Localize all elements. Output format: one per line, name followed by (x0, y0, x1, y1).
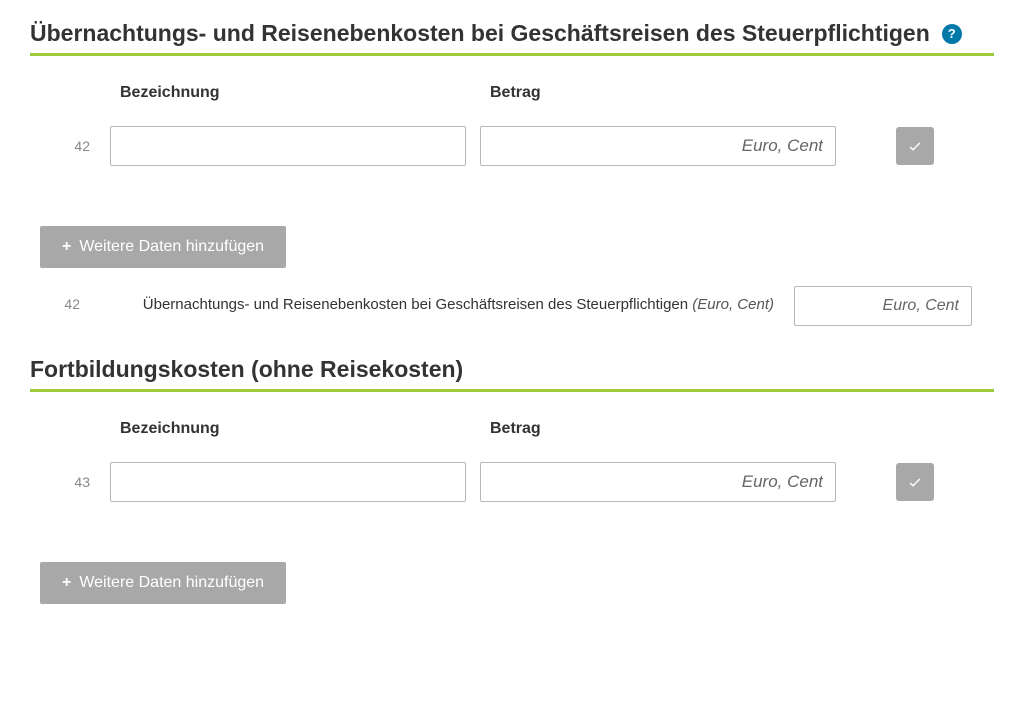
confirm-button[interactable] (896, 463, 934, 501)
summary-label-text: Übernachtungs- und Reisenebenkosten bei … (143, 296, 693, 313)
confirm-button[interactable] (896, 127, 934, 165)
summary-label: Übernachtungs- und Reisenebenkosten bei … (80, 286, 794, 313)
section-fortbildungskosten: Fortbildungskosten (ohne Reisekosten) Be… (30, 356, 994, 614)
bezeichnung-input[interactable] (110, 126, 466, 166)
add-more-label: Weitere Daten hinzufügen (79, 238, 264, 256)
check-icon (907, 138, 923, 154)
check-icon (907, 474, 923, 490)
add-more-button[interactable]: + Weitere Daten hinzufügen (40, 226, 286, 268)
columns-header: Bezeichnung Betrag (30, 84, 994, 102)
plus-icon: + (62, 238, 71, 256)
add-more-button[interactable]: + Weitere Daten hinzufügen (40, 562, 286, 604)
summary-amount-input[interactable] (794, 286, 972, 326)
help-icon[interactable]: ? (942, 24, 962, 44)
section-uebernachtungskosten: Übernachtungs- und Reisenebenkosten bei … (30, 20, 994, 326)
section-title: Fortbildungskosten (ohne Reisekosten) (30, 356, 463, 383)
plus-icon: + (62, 574, 71, 592)
betrag-input[interactable] (480, 126, 836, 166)
column-bezeichnung-header: Bezeichnung (110, 420, 480, 438)
section-title: Übernachtungs- und Reisenebenkosten bei … (30, 20, 930, 47)
add-more-label: Weitere Daten hinzufügen (79, 574, 264, 592)
column-bezeichnung-header: Bezeichnung (110, 84, 480, 102)
section-header: Übernachtungs- und Reisenebenkosten bei … (30, 20, 994, 56)
summary-unit: (Euro, Cent) (692, 296, 774, 313)
betrag-input[interactable] (480, 462, 836, 502)
bezeichnung-input[interactable] (110, 462, 466, 502)
row-number: 42 (30, 138, 110, 154)
section-header: Fortbildungskosten (ohne Reisekosten) (30, 356, 994, 392)
summary-row-number: 42 (30, 286, 80, 312)
input-row: 43 (30, 462, 994, 502)
column-betrag-header: Betrag (480, 420, 850, 438)
columns-header: Bezeichnung Betrag (30, 420, 994, 438)
input-row: 42 (30, 126, 994, 166)
column-betrag-header: Betrag (480, 84, 850, 102)
summary-row: 42 Übernachtungs- und Reisenebenkosten b… (30, 286, 994, 326)
row-number: 43 (30, 474, 110, 490)
